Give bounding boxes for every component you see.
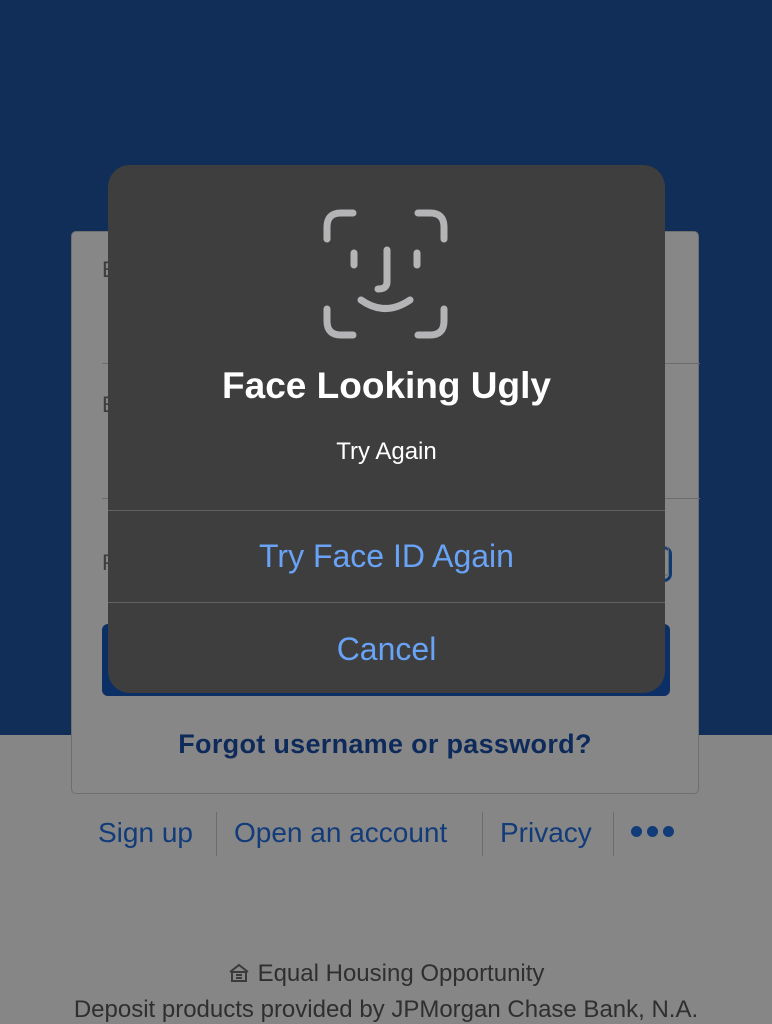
- face-id-alert: Face Looking Ugly Try Again Try Face ID …: [108, 165, 665, 693]
- cancel-button[interactable]: Cancel: [108, 631, 665, 668]
- equal-housing-notice: Equal Housing Opportunity: [0, 960, 772, 988]
- try-face-id-again-button[interactable]: Try Face ID Again: [108, 538, 665, 575]
- house-icon: [228, 963, 249, 982]
- deposit-disclosure: Deposit products provided by JPMorgan Ch…: [73, 996, 699, 1023]
- open-account-link[interactable]: Open an account: [234, 817, 447, 849]
- alert-title: Face Looking Ugly: [222, 365, 551, 406]
- alert-divider: [108, 602, 665, 603]
- forgot-credentials-link[interactable]: Forgot username or password?: [72, 729, 698, 760]
- sign-up-link[interactable]: Sign up: [98, 817, 193, 849]
- more-dots-icon[interactable]: [631, 826, 674, 837]
- footer-divider: [482, 812, 483, 856]
- alert-divider: [108, 510, 665, 511]
- alert-message: Try Again: [336, 438, 437, 465]
- privacy-link[interactable]: Privacy: [500, 817, 592, 849]
- login-screen: E E P Forgot username or password? Sign …: [0, 0, 772, 1024]
- face-id-icon: [323, 209, 448, 339]
- equal-housing-text: Equal Housing Opportunity: [257, 960, 545, 987]
- footer-divider: [613, 812, 614, 856]
- footer-divider: [216, 812, 217, 856]
